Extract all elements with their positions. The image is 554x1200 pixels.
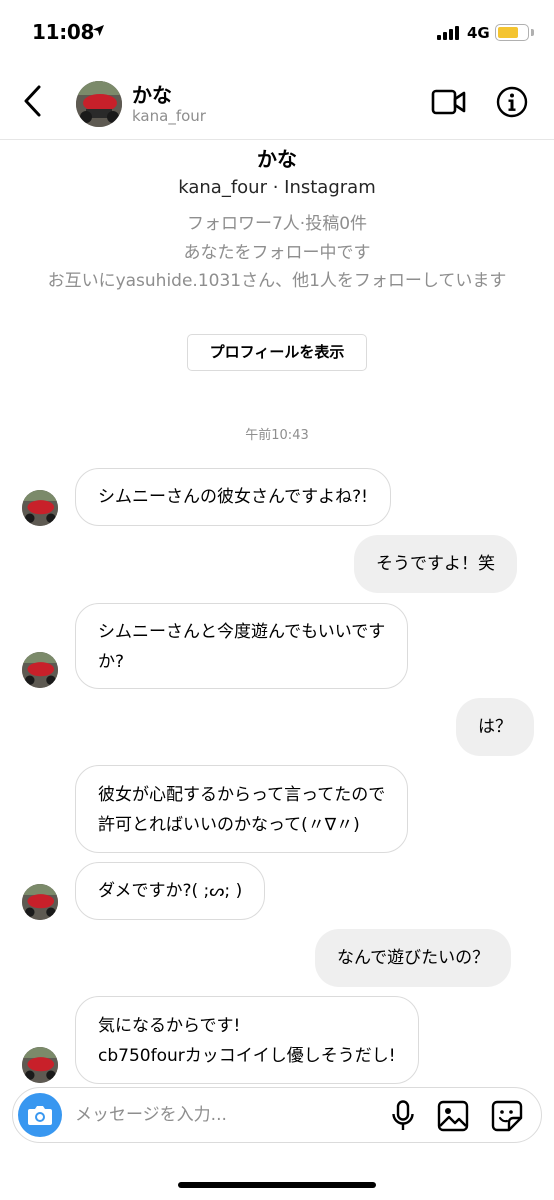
profile-handle: kana_four · Instagram [178,177,376,198]
info-icon[interactable] [496,86,528,118]
message-line: か? [98,652,125,672]
message-timestamp: 午前10:43 [245,428,309,443]
received-message[interactable]: シムニーさんと今度遊んでもいいです か? [75,603,409,689]
header-username[interactable]: kana_four [132,107,206,125]
message-line: は？ [478,717,512,737]
mic-icon[interactable] [390,1100,416,1132]
profile-follows-you: あなたをフォロー中です [183,243,371,263]
view-profile-button[interactable]: プロフィールを表示 [187,334,367,371]
sender-avatar[interactable] [22,1047,58,1083]
message-line: cb750fourカッコイイし優しそうだし! [98,1046,396,1066]
received-message[interactable]: 彼女が心配するからって言ってたので 許可とればいいのかなって(〃∇〃) [75,765,409,853]
battery-level [498,27,518,38]
home-indicator [178,1182,376,1188]
sticker-icon[interactable] [491,1100,523,1132]
message-line: シムニーさんの彼女さんですよね?! [98,487,368,507]
battery-icon [495,24,529,41]
sender-avatar[interactable] [22,490,58,526]
sent-message[interactable]: なんで遊びたいの？ [315,929,512,987]
sender-avatar[interactable] [22,652,58,688]
message-line: シムニーさんと今度遊んでもいいです [98,622,386,642]
message-composer [12,1087,542,1143]
network-label: 4G [467,24,490,42]
gallery-icon[interactable] [437,1100,469,1132]
sent-message[interactable]: は？ [456,698,534,756]
profile-name: かな [257,147,297,171]
received-message[interactable]: 気になるからです! cb750fourカッコイイし優しそうだし! [75,996,419,1084]
camera-button[interactable] [18,1093,62,1137]
sender-avatar[interactable] [22,884,58,920]
camera-icon [28,1106,52,1125]
status-time: 11:08 [32,20,95,44]
message-line: 彼女が心配するからって言ってたので [98,785,386,805]
location-arrow-icon [93,25,104,36]
header-avatar[interactable] [76,81,122,127]
received-message[interactable]: シムニーさんの彼女さんですよね?! [75,468,391,526]
header-name[interactable]: かな [132,79,172,108]
chat-header: かな kana_four [0,64,554,140]
profile-mutual-follows: お互いにyasuhide.1031さん、他1人をフォローしています [47,271,507,291]
message-line: なんで遊びたいの？ [337,948,490,968]
message-line: ダメですか?( ;ᔕ; ) [98,881,243,901]
message-line: そうですよ！笑 [376,554,495,574]
message-line: 許可とればいいのかなって(〃∇〃) [98,815,360,835]
sent-message[interactable]: そうですよ！笑 [354,535,517,593]
message-line: 気になるからです! [98,1016,241,1036]
status-bar: 11:08 4G [0,0,554,64]
received-message[interactable]: ダメですか?( ;ᔕ; ) [75,862,266,920]
profile-followers: フォロワー7人·投稿0件 [186,214,368,234]
signal-icon [437,25,459,40]
back-icon[interactable] [22,84,42,118]
video-call-icon[interactable] [431,88,467,116]
battery-tip [531,29,534,36]
message-input[interactable] [75,1100,375,1130]
